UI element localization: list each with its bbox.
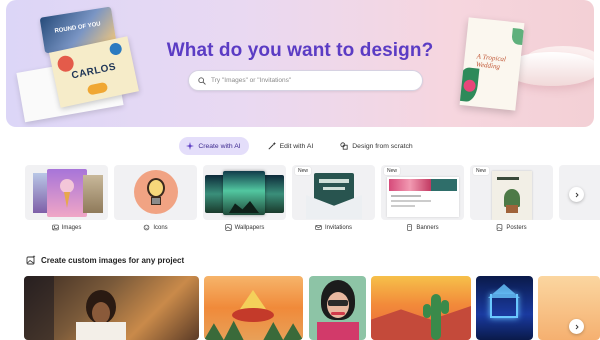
category-banners[interactable]: New Banners — [381, 165, 464, 231]
category-thumbnail: New — [470, 165, 553, 220]
wand-icon — [268, 142, 276, 150]
gallery-image-desert-cactus[interactable] — [371, 276, 471, 340]
category-next-button[interactable] — [569, 187, 584, 202]
wedding-card-text: A Tropical Wedding — [475, 52, 507, 71]
category-thumbnail: New — [292, 165, 375, 220]
category-label: Banners — [416, 224, 439, 231]
image-sparkle-icon — [26, 255, 36, 265]
gallery-next-button[interactable] — [569, 319, 584, 334]
tab-design-from-scratch[interactable]: Design from scratch — [333, 137, 420, 155]
category-thumbnail — [114, 165, 197, 220]
icons-icon — [144, 224, 150, 231]
search-input[interactable] — [211, 77, 411, 84]
tab-label: Create with AI — [198, 142, 241, 150]
tab-edit-with-ai[interactable]: Edit with AI — [261, 137, 322, 155]
tab-label: Design from scratch — [352, 142, 413, 150]
hero-banner: ROUND OF YOU CARLOS What do you want to … — [6, 0, 594, 127]
section-header: Create custom images for any project — [26, 255, 184, 265]
image-gallery — [24, 276, 600, 340]
category-label: Wallpapers — [234, 224, 265, 231]
category-label: Images — [61, 224, 82, 231]
gallery-image-portrait[interactable] — [309, 276, 366, 340]
section-title: Create custom images for any project — [41, 255, 185, 265]
tab-label: Edit with AI — [279, 142, 314, 150]
gallery-image-family-reading[interactable] — [24, 276, 199, 340]
greeting-card-text: ROUND OF YOU — [54, 21, 102, 35]
category-wallpapers[interactable]: Wallpapers — [203, 165, 286, 231]
category-thumbnail — [203, 165, 286, 220]
category-thumbnail — [25, 165, 108, 220]
wallpaper-icon — [224, 224, 232, 231]
banner-icon — [407, 224, 413, 231]
category-posters[interactable]: New Posters — [470, 165, 553, 231]
category-icons[interactable]: Icons — [114, 165, 197, 231]
image-icon — [52, 224, 59, 231]
category-invitations[interactable]: New Invitations — [292, 165, 375, 231]
new-badge: New — [473, 167, 490, 175]
wedding-card-decoration: A Tropical Wedding — [459, 17, 525, 111]
search-bar[interactable] — [188, 70, 423, 91]
sparkle-icon — [186, 142, 195, 150]
chevron-right-icon — [575, 324, 579, 329]
category-carousel: Images Icons Wallpapers New Invitations … — [25, 165, 600, 237]
category-label: Invitations — [324, 224, 352, 231]
gallery-image-neon-house[interactable] — [476, 276, 533, 340]
design-icon — [340, 142, 348, 150]
tab-create-with-ai[interactable]: Create with AI — [179, 137, 249, 155]
invitation-icon — [315, 225, 322, 230]
poster-icon — [497, 224, 503, 231]
category-thumbnail: New — [381, 165, 464, 220]
category-label: Posters — [506, 224, 527, 231]
new-badge: New — [295, 167, 312, 175]
new-badge: New — [384, 167, 401, 175]
gallery-image-more[interactable] — [538, 276, 600, 340]
mode-tabs: Create with AI Edit with AI Design from … — [0, 137, 600, 155]
chevron-right-icon — [575, 192, 579, 197]
designer-home: ROUND OF YOU CARLOS What do you want to … — [0, 0, 600, 340]
category-label: Icons — [153, 224, 168, 231]
search-icon — [198, 76, 206, 85]
gallery-image-bbq[interactable] — [204, 276, 303, 340]
category-images[interactable]: Images — [25, 165, 108, 231]
